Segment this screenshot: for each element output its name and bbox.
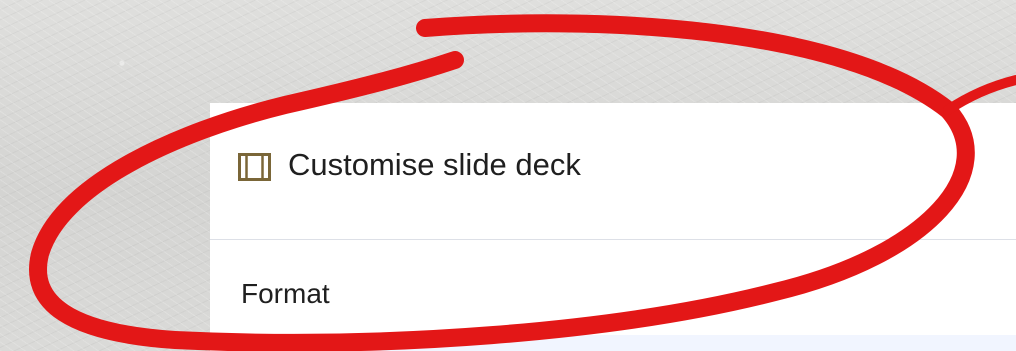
- slide-deck-icon: [238, 153, 271, 181]
- format-option-strip: [318, 335, 1016, 351]
- dialog-header: Customise slide deck: [210, 103, 1016, 240]
- dialog-title: Customise slide deck: [288, 147, 581, 182]
- customise-dialog: Customise slide deck Format: [210, 103, 1016, 351]
- format-section-label: Format: [241, 278, 330, 309]
